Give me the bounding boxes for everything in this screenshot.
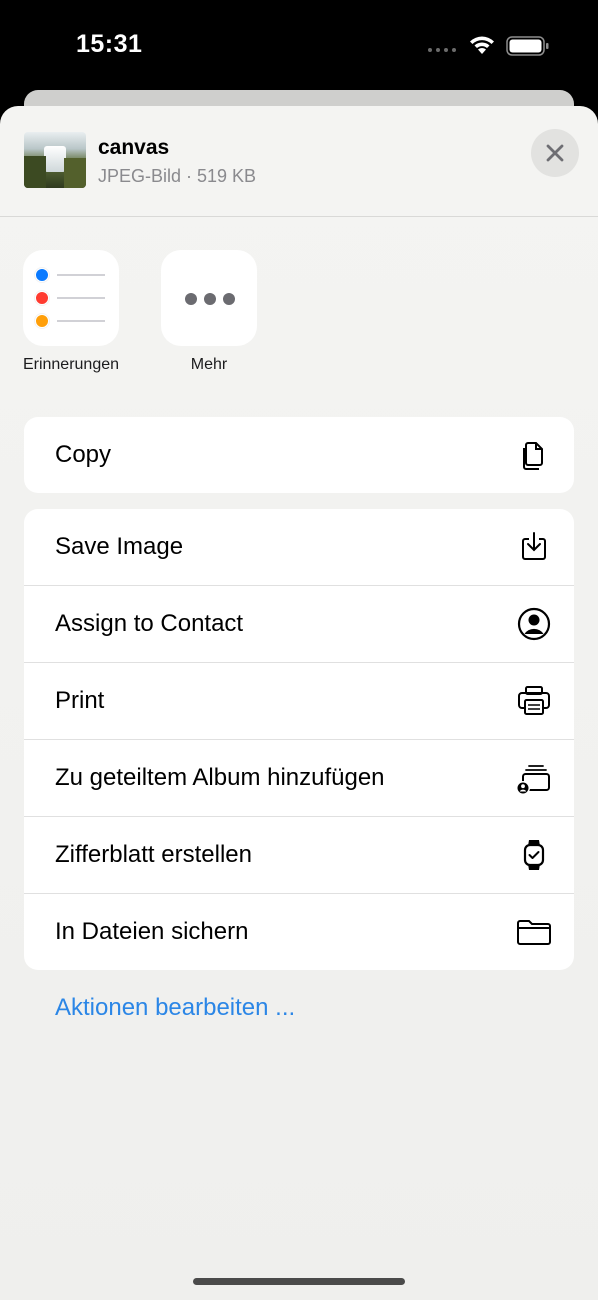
close-icon (546, 144, 564, 162)
save-image-icon (522, 532, 546, 560)
action-assign-contact-label: Assign to Contact (55, 610, 244, 637)
watch-icon (523, 840, 545, 870)
action-watch-face[interactable]: Zifferblatt erstellen (24, 816, 574, 893)
action-print-label: Print (55, 687, 105, 714)
app-more-button[interactable] (161, 250, 257, 346)
action-watch-face-label: Zifferblatt erstellen (55, 841, 252, 868)
share-sheet: canvas JPEG-Bild · 519 KB Erinnerungen M… (0, 106, 598, 1300)
status-time: 15:31 (76, 30, 143, 58)
action-copy-label: Copy (55, 441, 112, 468)
action-save-to-files[interactable]: In Dateien sichern (24, 893, 574, 970)
action-shared-album[interactable]: Zu geteiltem Album hinzufügen (24, 739, 574, 816)
signal-dots-icon (428, 48, 456, 52)
reminder-dot-blue (35, 268, 49, 282)
share-header: canvas JPEG-Bild · 519 KB (0, 106, 598, 217)
file-meta: JPEG-Bild · 519 KB (98, 166, 257, 186)
action-copy[interactable]: Copy (24, 417, 574, 493)
action-group-main: Save Image Assign to Contact Print Zu ge… (24, 509, 574, 970)
app-reminders-button[interactable] (23, 250, 119, 346)
more-icon (185, 293, 235, 305)
action-save-to-files-label: In Dateien sichern (55, 918, 249, 945)
file-thumbnail (24, 132, 86, 188)
printer-icon (518, 686, 550, 715)
action-shared-album-label: Zu geteiltem Album hinzufügen (55, 764, 385, 791)
file-name: canvas (98, 136, 170, 159)
battery-icon (506, 36, 549, 56)
folder-icon (517, 920, 551, 945)
action-print[interactable]: Print (24, 662, 574, 739)
action-group-copy: Copy (24, 417, 574, 493)
reminder-dot-orange (35, 314, 49, 328)
edit-actions-link[interactable]: Aktionen bearbeiten ... (55, 994, 295, 1022)
close-button[interactable] (531, 129, 579, 177)
reminder-dot-red (35, 291, 49, 305)
wifi-icon (470, 36, 494, 54)
copy-icon (523, 442, 543, 470)
app-reminders-label: Erinnerungen (22, 356, 120, 373)
status-bar: 15:31 (0, 0, 598, 92)
action-save-image[interactable]: Save Image (24, 509, 574, 585)
contact-icon (517, 607, 551, 641)
shared-album-icon (516, 765, 550, 795)
home-indicator[interactable] (193, 1278, 405, 1285)
action-assign-contact[interactable]: Assign to Contact (24, 585, 574, 662)
action-save-image-label: Save Image (55, 533, 184, 560)
app-more-label: Mehr (190, 356, 228, 373)
